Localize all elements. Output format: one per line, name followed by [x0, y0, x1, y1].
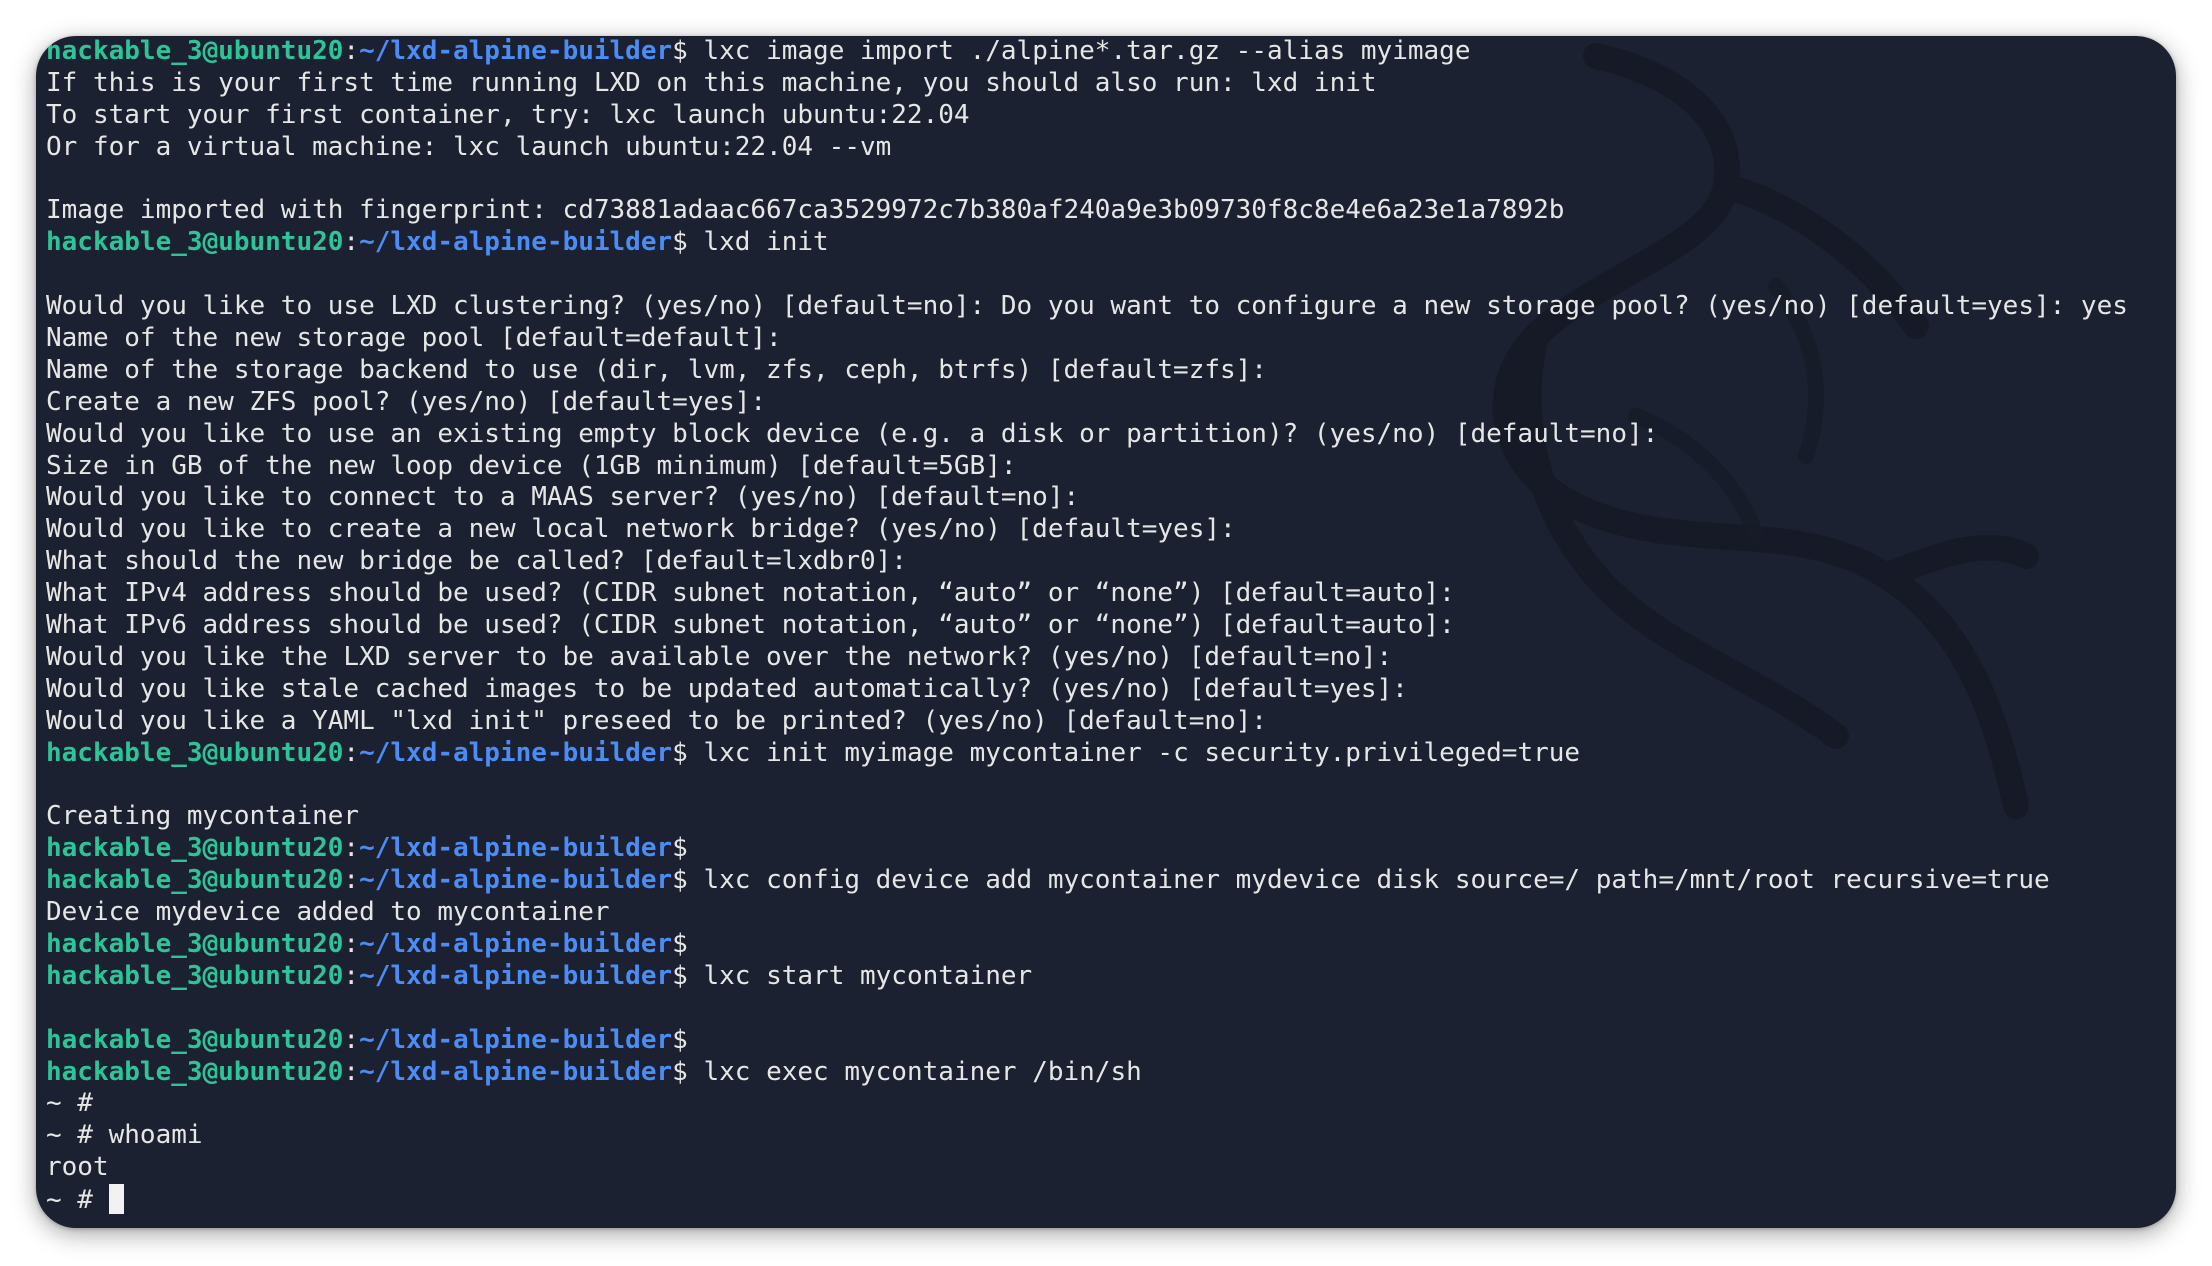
prompt-path: ~/lxd-alpine-builder: [359, 1024, 673, 1055]
prompt-line: hackable_3@ubuntu20:~/lxd-alpine-builder…: [46, 1025, 2176, 1057]
prompt-colon: :: [343, 928, 360, 959]
output-line: Would you like to use LXD clustering? (y…: [46, 291, 2128, 322]
output-line: Or for a virtual machine: lxc launch ubu…: [46, 131, 892, 162]
prompt-path: ~/lxd-alpine-builder: [359, 227, 673, 258]
prompt-path: ~/lxd-alpine-builder: [359, 833, 673, 864]
prompt-colon: :: [343, 865, 360, 896]
prompt-path: ~/lxd-alpine-builder: [359, 737, 673, 768]
output-line: root: [46, 1152, 109, 1183]
output-line: Creating mycontainer: [46, 801, 360, 832]
output-line: ~ # whoami: [46, 1120, 203, 1151]
output-line: Create a new ZFS pool? (yes/no) [default…: [46, 386, 767, 417]
command-text: lxc config device add mycontainer mydevi…: [703, 865, 2050, 896]
prompt-colon: :: [343, 227, 360, 258]
prompt-symbol: $: [672, 865, 704, 896]
command-text: lxc init myimage mycontainer -c security…: [703, 737, 1581, 768]
output-line: Would you like to connect to a MAAS serv…: [46, 482, 1080, 513]
output-line: Would you like the LXD server to be avai…: [46, 641, 1393, 672]
output-line: Would you like a YAML "lxd init" preseed…: [46, 705, 1267, 736]
text-cursor[interactable]: [108, 1184, 124, 1215]
prompt-line: hackable_3@ubuntu20:~/lxd-alpine-builder…: [46, 36, 2176, 68]
prompt-symbol: $: [672, 737, 704, 768]
terminal-output[interactable]: hackable_3@ubuntu20:~/lxd-alpine-builder…: [46, 36, 2176, 1228]
prompt-line: hackable_3@ubuntu20:~/lxd-alpine-builder…: [46, 738, 2176, 770]
output-line: Name of the new storage pool [default=de…: [46, 323, 782, 354]
output-line: Would you like stale cached images to be…: [46, 673, 1408, 704]
prompt-path: ~/lxd-alpine-builder: [359, 960, 673, 991]
prompt-user: hackable_3@ubuntu20: [46, 1024, 344, 1055]
command-text: lxc start mycontainer: [703, 960, 1033, 991]
output-line: If this is your first time running LXD o…: [46, 67, 1377, 98]
prompt-user: hackable_3@ubuntu20: [46, 928, 344, 959]
prompt-user: hackable_3@ubuntu20: [46, 865, 344, 896]
terminal-window[interactable]: hackable_3@ubuntu20:~/lxd-alpine-builder…: [36, 36, 2176, 1228]
prompt-colon: :: [343, 737, 360, 768]
output-line: Would you like to use an existing empty …: [46, 418, 1659, 449]
prompt-colon: :: [343, 833, 360, 864]
prompt-colon: :: [343, 1056, 360, 1087]
output-line: Name of the storage backend to use (dir,…: [46, 354, 1267, 385]
prompt-path: ~/lxd-alpine-builder: [359, 36, 673, 66]
prompt-symbol: $: [672, 960, 704, 991]
shell-prompt: ~ #: [46, 1185, 109, 1216]
prompt-path: ~/lxd-alpine-builder: [359, 928, 673, 959]
prompt-path: ~/lxd-alpine-builder: [359, 865, 673, 896]
prompt-colon: :: [343, 1024, 360, 1055]
prompt-colon: :: [343, 36, 360, 66]
command-text: lxd init: [703, 227, 829, 258]
prompt-line: hackable_3@ubuntu20:~/lxd-alpine-builder…: [46, 865, 2176, 897]
shell-prompt-line: ~ #: [46, 1184, 2176, 1216]
prompt-line: hackable_3@ubuntu20:~/lxd-alpine-builder…: [46, 833, 2176, 865]
output-line: What IPv6 address should be used? (CIDR …: [46, 610, 1455, 641]
prompt-line: hackable_3@ubuntu20:~/lxd-alpine-builder…: [46, 961, 2176, 993]
prompt-user: hackable_3@ubuntu20: [46, 737, 344, 768]
prompt-colon: :: [343, 960, 360, 991]
prompt-symbol: $: [672, 36, 704, 66]
output-line: What should the new bridge be called? [d…: [46, 546, 907, 577]
prompt-user: hackable_3@ubuntu20: [46, 1056, 344, 1087]
output-line: Image imported with fingerprint: cd73881…: [46, 195, 1565, 226]
prompt-symbol: $: [672, 227, 704, 258]
output-line: What IPv4 address should be used? (CIDR …: [46, 578, 1455, 609]
prompt-user: hackable_3@ubuntu20: [46, 833, 344, 864]
prompt-symbol: $: [672, 1056, 704, 1087]
prompt-symbol: $: [672, 833, 704, 864]
prompt-line: hackable_3@ubuntu20:~/lxd-alpine-builder…: [46, 929, 2176, 961]
prompt-symbol: $: [672, 928, 704, 959]
output-line: Would you like to create a new local net…: [46, 514, 1236, 545]
command-text: lxc exec mycontainer /bin/sh: [703, 1056, 1142, 1087]
prompt-symbol: $: [672, 1024, 704, 1055]
prompt-user: hackable_3@ubuntu20: [46, 36, 344, 66]
output-line: ~ #: [46, 1088, 93, 1119]
output-line: Device mydevice added to mycontainer: [46, 897, 610, 928]
prompt-line: hackable_3@ubuntu20:~/lxd-alpine-builder…: [46, 227, 2176, 259]
prompt-line: hackable_3@ubuntu20:~/lxd-alpine-builder…: [46, 1057, 2176, 1089]
prompt-user: hackable_3@ubuntu20: [46, 960, 344, 991]
prompt-path: ~/lxd-alpine-builder: [359, 1056, 673, 1087]
prompt-user: hackable_3@ubuntu20: [46, 227, 344, 258]
output-line: To start your first container, try: lxc …: [46, 99, 970, 130]
output-line: Size in GB of the new loop device (1GB m…: [46, 450, 1017, 481]
command-text: lxc image import ./alpine*.tar.gz --alia…: [703, 36, 1471, 66]
